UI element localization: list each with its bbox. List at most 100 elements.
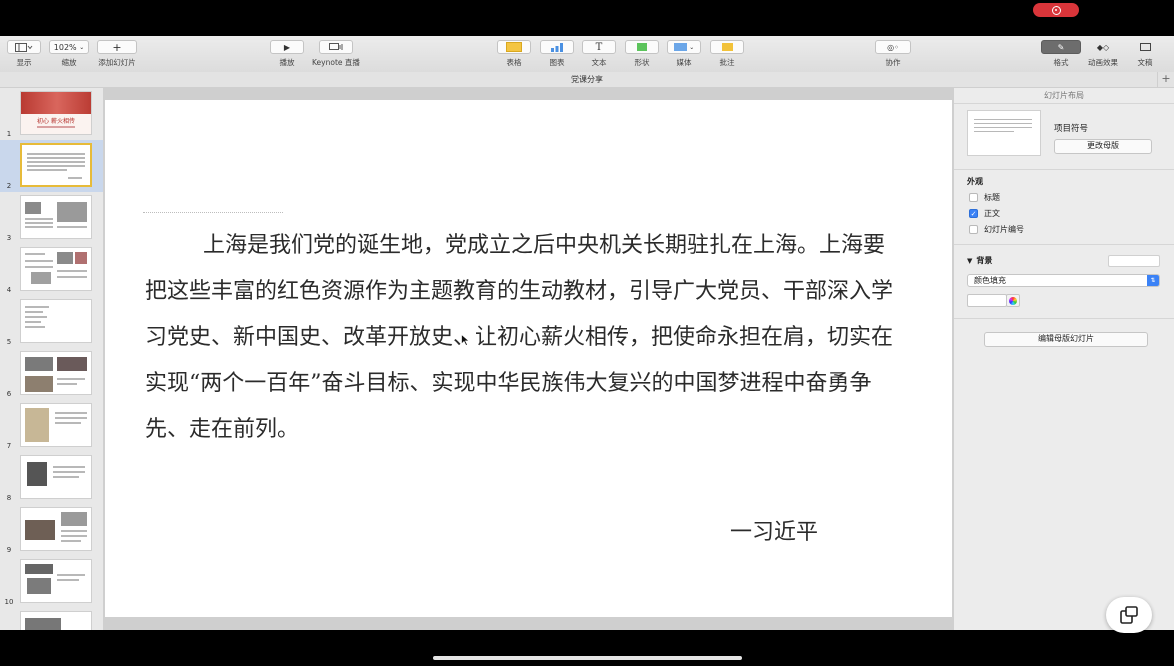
slide-preview-line — [25, 326, 45, 328]
mouse-cursor-icon — [461, 334, 470, 346]
plus-icon: + — [112, 40, 122, 54]
keynote-live-label: Keynote 直播 — [312, 58, 360, 67]
slide-thumbnail-11[interactable] — [0, 608, 103, 630]
animate-button[interactable]: ◆◇ — [1084, 40, 1122, 54]
play[interactable]: ▶ 播放 — [270, 40, 304, 68]
background-section-toggle[interactable]: ▼ 背景 — [967, 255, 992, 266]
fill-type-select[interactable]: 颜色填充 ⇅ — [967, 274, 1160, 287]
body-checkbox[interactable]: ✓ — [969, 209, 978, 218]
chevron-down-icon: ⌄ — [689, 43, 695, 51]
body-checkbox-label: 正文 — [984, 209, 1000, 218]
slide-body-text[interactable]: 上海是我们党的诞生地，党成立之后中央机关长期驻扎在上海。上海要把这些丰富的红色资… — [145, 223, 905, 453]
shape[interactable]: 形状 — [625, 40, 659, 68]
toolbar: 显示 102% ⌄ 缩放 + 添加幻灯片 ▶ 播放 Keynote 直播 表格 — [0, 36, 1174, 73]
bar-chart-icon — [551, 42, 563, 52]
new-tab-button[interactable]: + — [1157, 72, 1174, 87]
slide-preview-line — [61, 530, 87, 532]
slide-thumbnail-2[interactable]: 2 — [0, 140, 103, 192]
change-master-button[interactable]: 更改母版 — [1054, 139, 1152, 154]
collaborate-button[interactable]: ◎◦ — [875, 40, 911, 54]
slide-preview-line — [27, 169, 67, 171]
zoom-button[interactable]: 102% ⌄ — [49, 40, 89, 54]
format-button[interactable]: ✎ — [1041, 40, 1081, 54]
slide-preview-line — [57, 579, 79, 581]
add-slide-button[interactable]: + — [97, 40, 137, 54]
chart-label: 图表 — [549, 58, 565, 67]
home-indicator[interactable] — [433, 656, 742, 660]
play-button[interactable]: ▶ — [270, 40, 304, 54]
slide-thumbnail-5[interactable]: 5 — [0, 296, 103, 348]
slide[interactable]: 上海是我们党的诞生地，党成立之后中央机关长期驻扎在上海。上海要把这些丰富的红色资… — [105, 100, 952, 617]
chart[interactable]: 图表 — [540, 40, 574, 68]
table-icon — [506, 42, 522, 52]
status-bar — [0, 0, 1174, 36]
screen-rotate-button[interactable] — [1106, 597, 1152, 633]
view-button[interactable] — [7, 40, 41, 54]
add-slide[interactable]: + 添加幻灯片 — [97, 40, 137, 68]
slide-preview — [20, 559, 92, 603]
image-icon — [673, 43, 687, 51]
edit-master-slide-button[interactable]: 编辑母版幻灯片 — [984, 332, 1148, 347]
shape-label: 形状 — [634, 58, 650, 67]
screen-recording-indicator[interactable] — [1033, 3, 1079, 17]
body-option[interactable]: ✓ 正文 — [969, 208, 1000, 219]
table-button[interactable] — [497, 40, 531, 54]
slide-thumbnail-3[interactable]: 3 — [0, 192, 103, 244]
slide-number-checkbox[interactable] — [969, 225, 978, 234]
table[interactable]: 表格 — [497, 40, 531, 68]
media-button[interactable]: ⌄ — [667, 40, 701, 54]
slide-author-text[interactable]: 一习近平 — [730, 514, 818, 546]
color-picker-button[interactable] — [1006, 294, 1020, 307]
slide-thumbnail-1[interactable]: 初心 薪火相传 1 — [0, 88, 103, 140]
slide-preview — [20, 403, 92, 447]
slide-preview-line — [53, 466, 85, 468]
slide-thumbnail-9[interactable]: 9 — [0, 504, 103, 556]
media-label: 媒体 — [676, 58, 692, 67]
slide-preview — [20, 611, 92, 630]
zoom-menu[interactable]: 102% ⌄ 缩放 — [49, 40, 89, 68]
zoom-value: 102% — [53, 42, 77, 52]
slide-number: 9 — [6, 546, 12, 554]
view-menu[interactable]: 显示 — [7, 40, 41, 68]
layout-preview-line — [974, 131, 1014, 132]
document-button[interactable] — [1130, 40, 1160, 54]
slide-number-option[interactable]: 幻灯片编号 — [969, 224, 1024, 235]
keynote-live-button[interactable] — [318, 40, 353, 54]
slide-preview — [20, 299, 92, 343]
title-checkbox[interactable] — [969, 193, 978, 202]
slide-preview-line — [68, 177, 82, 179]
format[interactable]: ✎ 格式 — [1041, 40, 1081, 68]
keynote-live[interactable]: Keynote 直播 — [312, 40, 360, 68]
slide-thumbnail-6[interactable]: 6 — [0, 348, 103, 400]
media[interactable]: ⌄ 媒体 — [667, 40, 701, 68]
color-well[interactable] — [967, 294, 1007, 307]
document[interactable]: 文稿 — [1130, 40, 1160, 68]
slide-preview-line — [25, 260, 53, 262]
slide-thumbnail-10[interactable]: 10 — [0, 556, 103, 608]
background-preview[interactable] — [1108, 255, 1160, 267]
animate[interactable]: ◆◇ 动画效果 — [1084, 40, 1122, 68]
slide-preview — [20, 195, 92, 239]
title-checkbox-label: 标题 — [984, 193, 1000, 202]
slide-preview-line — [61, 540, 81, 542]
slide-preview-title: 初心 薪火相传 — [37, 118, 75, 125]
comment-button[interactable] — [710, 40, 744, 54]
slide-preview-line — [27, 165, 85, 167]
text-button[interactable]: T — [582, 40, 616, 54]
chart-button[interactable] — [540, 40, 574, 54]
document-title-bar: 党课分享 + — [0, 72, 1174, 88]
collaborate[interactable]: ◎◦ 协作 — [875, 40, 911, 68]
slide-preview-line — [57, 378, 85, 380]
title-option[interactable]: 标题 — [969, 192, 1000, 203]
slide-thumbnail-4[interactable]: 4 — [0, 244, 103, 296]
slide-thumbnail-8[interactable]: 8 — [0, 452, 103, 504]
comment[interactable]: 批注 — [710, 40, 744, 68]
record-icon — [1051, 5, 1061, 15]
slide-preview-line — [57, 574, 85, 576]
slide-thumbnail-7[interactable]: 7 — [0, 400, 103, 452]
text[interactable]: T 文本 — [582, 40, 616, 68]
slide-preview-image — [31, 272, 51, 284]
shape-button[interactable] — [625, 40, 659, 54]
document-label: 文稿 — [1137, 58, 1153, 67]
select-arrows-icon: ⇅ — [1147, 275, 1159, 286]
